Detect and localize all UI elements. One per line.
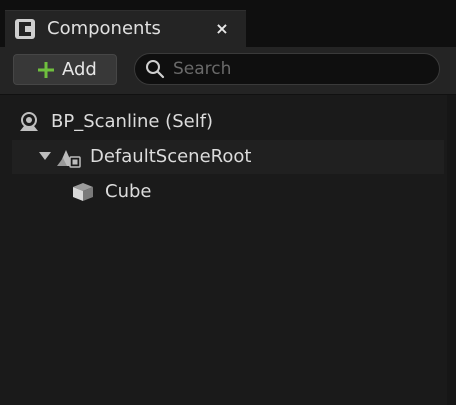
plus-icon: [36, 60, 56, 80]
tab-title: Components: [47, 18, 161, 39]
tree-item-default-scene-root[interactable]: DefaultSceneRoot: [12, 140, 444, 174]
scene-root-icon: [57, 146, 81, 168]
components-toolbar: Add: [0, 47, 456, 95]
tab-components[interactable]: Components ×: [5, 10, 246, 47]
component-tree: BP_Scanline (Self) DefaultSceneRoot Cube: [0, 95, 456, 405]
tree-item-self[interactable]: BP_Scanline (Self): [12, 105, 444, 139]
search-icon: [145, 59, 165, 79]
tree-item-label: DefaultSceneRoot: [90, 146, 252, 167]
tree-item-label: BP_Scanline (Self): [51, 111, 214, 132]
chevron-down-icon[interactable]: [39, 152, 51, 160]
tree-item-cube[interactable]: Cube: [12, 175, 444, 209]
panel-edge: [447, 95, 456, 405]
cube-mesh-icon: [71, 181, 93, 203]
add-component-button[interactable]: Add: [13, 54, 117, 85]
tree-item-label: Cube: [105, 181, 152, 202]
add-button-label: Add: [62, 59, 97, 80]
close-icon[interactable]: ×: [211, 18, 233, 40]
search-box[interactable]: [134, 53, 440, 85]
components-panel: Components × Add Search BP_Scanline (Sel…: [0, 0, 456, 405]
tab-row: Components ×: [0, 10, 456, 47]
blueprint-self-icon: [18, 111, 40, 133]
search-input[interactable]: [173, 57, 428, 81]
top-strip: [0, 0, 456, 10]
components-tab-icon: [14, 18, 36, 40]
